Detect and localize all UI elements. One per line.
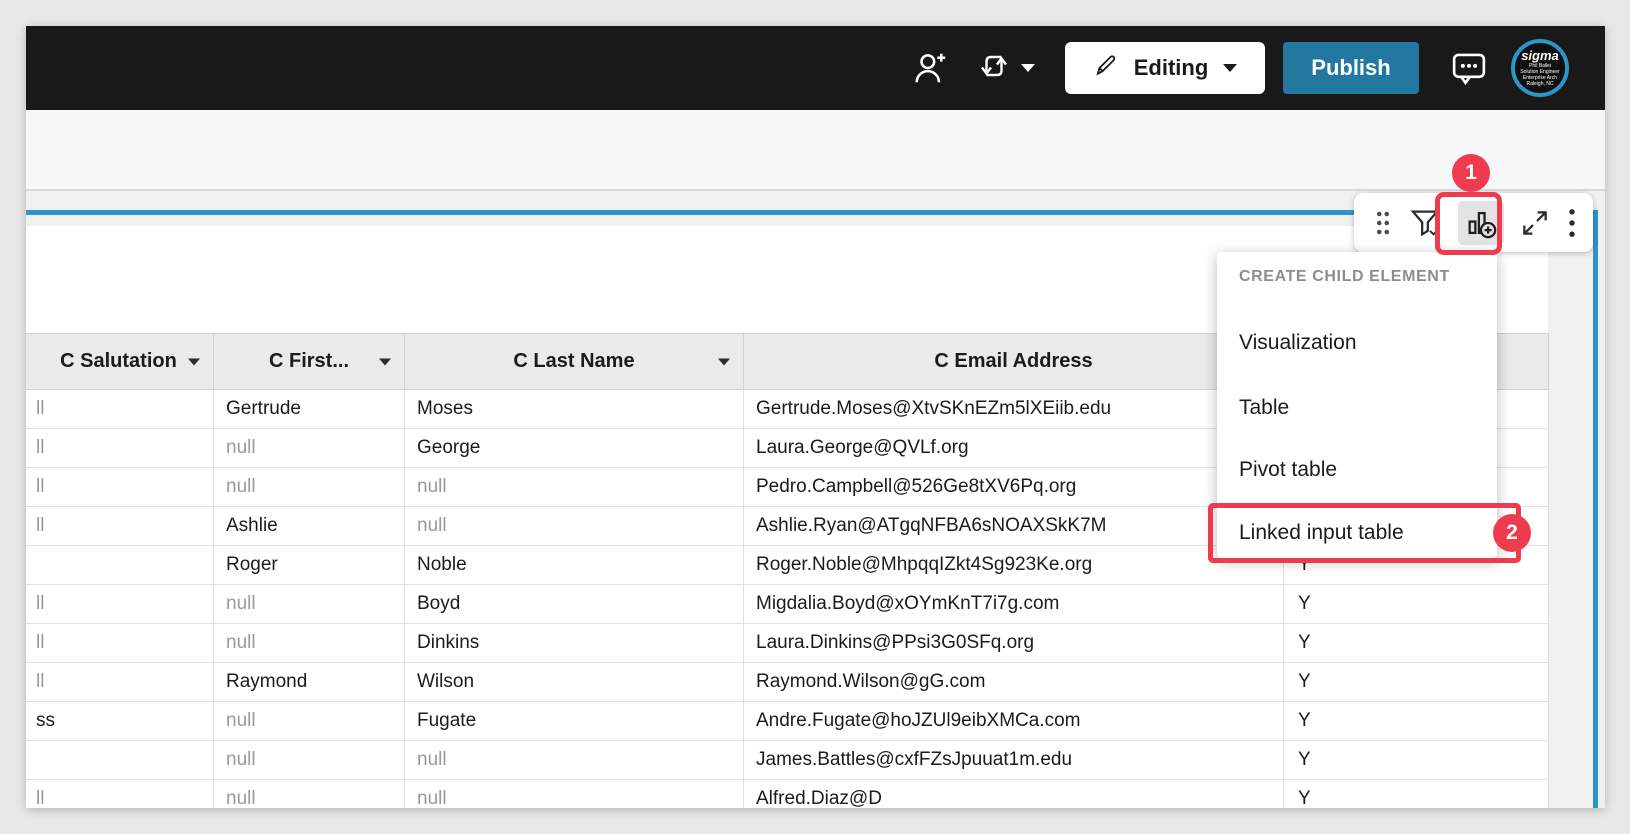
table-row: llRaymondWilsonRaymond.Wilson@gG.comY — [26, 663, 1549, 702]
table-row: llnullnullAlfred.Diaz@DY — [26, 780, 1549, 809]
table-cell[interactable]: James.Battles@cxfFZsJpuuat1m.edu — [744, 741, 1284, 780]
column-menu-caret-icon[interactable] — [379, 358, 391, 365]
comment-bubble-icon — [1448, 47, 1490, 89]
table-cell[interactable]: null — [405, 741, 744, 780]
table-cell[interactable]: ll — [26, 468, 214, 507]
column-header-c-salutation[interactable]: C Salutation — [26, 334, 214, 390]
table-cell[interactable]: null — [214, 585, 405, 624]
table-cell[interactable]: Roger.Noble@MhpqqIZkt4Sg923Ke.org — [744, 546, 1284, 585]
column-header-c-last-name[interactable]: C Last Name — [405, 334, 744, 390]
editing-dropdown-caret — [1223, 64, 1237, 72]
pencil-icon — [1093, 52, 1119, 84]
table-cell[interactable]: Gertrude — [214, 390, 405, 429]
table-cell[interactable]: Y — [1284, 624, 1549, 663]
menu-item-pivot-table[interactable]: Pivot table — [1217, 453, 1497, 487]
table-cell[interactable]: null — [214, 780, 405, 809]
column-header-label: C Last Name — [513, 350, 634, 372]
user-avatar[interactable]: sigma Phil Ballei Solution Engineer Ente… — [1511, 39, 1569, 97]
element-selection-border-right — [1593, 210, 1598, 808]
table-cell[interactable]: null — [214, 741, 405, 780]
table-cell[interactable]: Andre.Fugate@hoJZUl9eibXMCa.com — [744, 702, 1284, 741]
table-cell[interactable]: Dinkins — [405, 624, 744, 663]
table-cell[interactable]: null — [214, 702, 405, 741]
table-cell[interactable]: null — [214, 624, 405, 663]
table-cell[interactable]: Fugate — [405, 702, 744, 741]
table-cell[interactable]: Laura.George@QVLf.org — [744, 429, 1284, 468]
editing-mode-button[interactable]: Editing — [1065, 42, 1265, 94]
comments-button[interactable] — [1448, 47, 1490, 89]
table-cell[interactable]: ll — [26, 585, 214, 624]
table-cell[interactable]: Noble — [405, 546, 744, 585]
filter-icon[interactable] — [1408, 206, 1442, 240]
table-cell[interactable]: Raymond — [214, 663, 405, 702]
table-cell[interactable]: ll — [26, 780, 214, 809]
table-cell[interactable] — [26, 741, 214, 780]
table-cell[interactable]: Moses — [405, 390, 744, 429]
table-cell[interactable]: ll — [26, 390, 214, 429]
table-cell[interactable]: Ashlie — [214, 507, 405, 546]
table-cell[interactable]: null — [405, 507, 744, 546]
table-cell[interactable]: null — [405, 468, 744, 507]
refresh-data-button[interactable] — [976, 48, 1035, 89]
table-cell[interactable]: Pedro.Campbell@526Ge8tXV6Pq.org — [744, 468, 1284, 507]
table-cell[interactable]: George — [405, 429, 744, 468]
column-header-label: C Salutation — [60, 350, 177, 372]
table-cell[interactable]: null — [214, 468, 405, 507]
column-header-c-email-address[interactable]: C Email Address — [744, 334, 1284, 390]
avatar-brand-text: sigma — [1521, 49, 1559, 63]
add-collaborator-button[interactable] — [912, 49, 950, 87]
more-options-icon[interactable] — [1567, 207, 1577, 239]
table-cell[interactable]: Y — [1284, 663, 1549, 702]
table-cell[interactable]: Boyd — [405, 585, 744, 624]
avatar-line: Raleigh, NC — [1527, 81, 1554, 87]
column-menu-caret-icon[interactable] — [188, 358, 200, 365]
table-cell[interactable]: null — [405, 780, 744, 809]
table-row: llnullBoydMigdalia.Boyd@xOYmKnT7i7g.comY — [26, 585, 1549, 624]
menu-item-table[interactable]: Table — [1217, 391, 1497, 425]
menu-header: CREATE CHILD ELEMENT — [1239, 268, 1487, 286]
app-window: Editing Publish sigma Phil Ballei Soluti… — [26, 26, 1605, 808]
workbook-header-strip — [26, 110, 1605, 191]
top-app-bar: Editing Publish sigma Phil Ballei Soluti… — [26, 26, 1605, 110]
sync-icon — [976, 48, 1012, 89]
person-plus-icon — [912, 49, 950, 87]
table-cell[interactable]: ss — [26, 702, 214, 741]
drag-handle-icon[interactable] — [1374, 208, 1392, 238]
table-row: ssnullFugateAndre.Fugate@hoJZUl9eibXMCa.… — [26, 702, 1549, 741]
table-row: nullnullJames.Battles@cxfFZsJpuuat1m.edu… — [26, 741, 1549, 780]
publish-button[interactable]: Publish — [1283, 42, 1419, 94]
table-cell[interactable]: Y — [1284, 780, 1549, 809]
table-cell[interactable]: ll — [26, 429, 214, 468]
menu-item-linked-input-table[interactable]: Linked input table — [1217, 516, 1497, 550]
table-cell[interactable]: Y — [1284, 585, 1549, 624]
table-cell[interactable]: ll — [26, 624, 214, 663]
table-cell[interactable]: Gertrude.Moses@XtvSKnEZm5lXEiib.edu — [744, 390, 1284, 429]
table-row: llnullDinkinsLaura.Dinkins@PPsi3G0SFq.or… — [26, 624, 1549, 663]
table-cell[interactable]: ll — [26, 663, 214, 702]
table-cell[interactable] — [26, 546, 214, 585]
column-header-label: C First... — [269, 350, 349, 372]
table-cell[interactable]: Y — [1284, 702, 1549, 741]
table-cell[interactable]: Ashlie.Ryan@ATgqNFBA6sNOAXSkK7M — [744, 507, 1284, 546]
create-child-element-icon[interactable] — [1458, 201, 1504, 245]
table-cell[interactable]: Migdalia.Boyd@xOYmKnT7i7g.com — [744, 585, 1284, 624]
table-cell[interactable]: ll — [26, 507, 214, 546]
table-cell[interactable]: Raymond.Wilson@gG.com — [744, 663, 1284, 702]
table-cell[interactable]: Roger — [214, 546, 405, 585]
column-header-c-first[interactable]: C First... — [214, 334, 405, 390]
table-cell[interactable]: Wilson — [405, 663, 744, 702]
table-cell[interactable]: Laura.Dinkins@PPsi3G0SFq.org — [744, 624, 1284, 663]
menu-item-visualization[interactable]: Visualization — [1217, 326, 1497, 360]
maximize-icon[interactable] — [1519, 207, 1551, 239]
editing-label: Editing — [1134, 55, 1209, 81]
create-child-element-menu: CREATE CHILD ELEMENT Visualization Table… — [1217, 252, 1497, 558]
table-cell[interactable]: null — [214, 429, 405, 468]
table-cell[interactable]: Alfred.Diaz@D — [744, 780, 1284, 809]
column-header-label: C Email Address — [934, 350, 1092, 372]
sync-dropdown-caret[interactable] — [1021, 64, 1035, 72]
element-toolbar — [1354, 193, 1593, 252]
column-menu-caret-icon[interactable] — [718, 358, 730, 365]
table-cell[interactable]: Y — [1284, 741, 1549, 780]
